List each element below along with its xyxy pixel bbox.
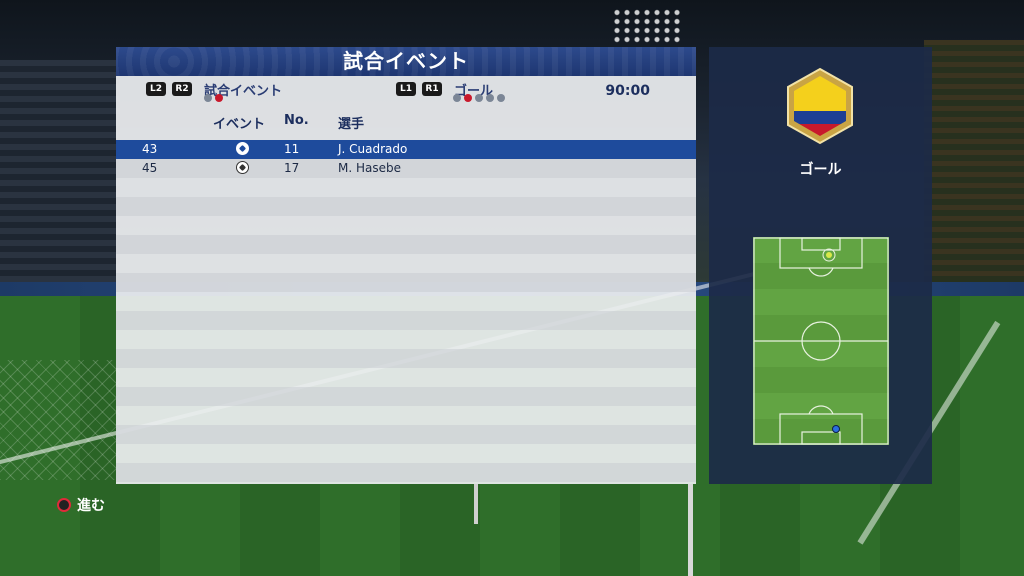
player-number: 11 xyxy=(284,142,300,156)
event-list: 43 11 J. Cuadrado 45 17 M. Hasebe xyxy=(116,140,696,482)
goal-post xyxy=(474,484,478,524)
goal-post xyxy=(688,484,693,576)
empty-row xyxy=(116,349,696,368)
empty-row xyxy=(116,311,696,330)
page-dot-active xyxy=(215,94,223,102)
stand-left xyxy=(0,60,120,290)
goal-ball-icon xyxy=(236,142,250,156)
event-row[interactable]: 45 17 M. Hasebe xyxy=(116,159,696,178)
player-name: M. Hasebe xyxy=(338,161,401,175)
column-header-player: 選手 xyxy=(338,117,365,132)
empty-row xyxy=(116,425,696,444)
event-minute: 43 xyxy=(142,142,158,156)
empty-row xyxy=(116,178,696,197)
page-dot-active xyxy=(464,94,472,102)
r2-button-icon[interactable]: R2 xyxy=(172,82,192,96)
event-minute: 45 xyxy=(142,161,158,175)
match-events-panel: 試合イベント L2 R2 試合イベント L1 R1 ゴール 90:00 イベント… xyxy=(116,47,696,484)
empty-row xyxy=(116,235,696,254)
empty-row xyxy=(116,463,696,482)
l2-button-icon[interactable]: L2 xyxy=(146,82,166,96)
empty-row xyxy=(116,254,696,273)
colombia-flag-crest-icon xyxy=(787,67,853,145)
floodlights xyxy=(612,8,682,44)
event-type-label: ゴール xyxy=(799,162,842,178)
r1-button-icon[interactable]: R1 xyxy=(422,82,442,96)
empty-row xyxy=(116,273,696,292)
view-page-dots xyxy=(204,94,223,102)
proceed-label: 進む xyxy=(77,498,105,514)
empty-row xyxy=(116,444,696,463)
player-name: J. Cuadrado xyxy=(338,142,408,156)
column-header-event: イベント xyxy=(213,117,266,132)
empty-row xyxy=(116,216,696,235)
empty-row xyxy=(116,330,696,349)
stand-right xyxy=(924,40,1024,300)
column-header-number: No. xyxy=(284,113,309,128)
panel-title: 試合イベント xyxy=(116,47,696,76)
filter-page-dots xyxy=(453,94,505,102)
empty-row xyxy=(116,197,696,216)
proceed-hint[interactable]: 進む xyxy=(57,495,105,515)
empty-row xyxy=(116,368,696,387)
event-detail-panel: ゴール xyxy=(709,47,932,484)
match-time: 90:00 xyxy=(605,83,650,99)
page-dot xyxy=(475,94,483,102)
empty-row xyxy=(116,292,696,311)
page-dot xyxy=(453,94,461,102)
empty-row xyxy=(116,387,696,406)
l1-button-icon[interactable]: L1 xyxy=(396,82,416,96)
empty-row xyxy=(116,406,696,425)
page-dot xyxy=(486,94,494,102)
goal-ball-icon xyxy=(236,161,250,175)
page-dot xyxy=(204,94,212,102)
goal-location-pitch-map xyxy=(753,237,889,445)
event-row[interactable]: 43 11 J. Cuadrado xyxy=(116,140,696,159)
goal-net xyxy=(0,360,120,480)
page-dot xyxy=(497,94,505,102)
player-number: 17 xyxy=(284,161,300,175)
circle-button-icon xyxy=(57,498,71,512)
